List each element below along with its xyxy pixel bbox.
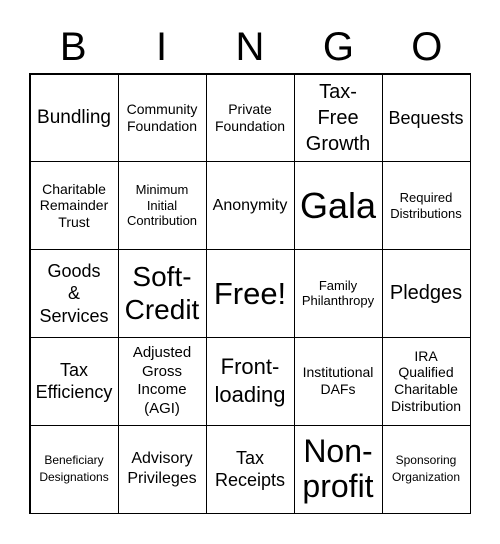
bingo-cell[interactable]: Bequests xyxy=(381,73,471,163)
bingo-grid: Bundling Community Foundation Private Fo… xyxy=(29,73,471,514)
bingo-cell[interactable]: Charitable Remainder Trust xyxy=(29,161,119,251)
bingo-cell[interactable]: Front- loading xyxy=(205,336,295,426)
bingo-cell[interactable]: Non- profit xyxy=(293,424,383,514)
bingo-cell[interactable]: Sponsoring Organization xyxy=(381,424,471,514)
free-space-cell[interactable]: Free! xyxy=(205,249,295,338)
bingo-header: B I N G O xyxy=(29,22,471,72)
bingo-cell[interactable]: Gala xyxy=(293,161,383,251)
bingo-cell[interactable]: Beneficiary Designations xyxy=(29,424,119,514)
bingo-cell[interactable]: Community Foundation xyxy=(117,73,207,163)
bingo-cell[interactable]: Institutional DAFs xyxy=(293,336,383,426)
bingo-cell[interactable]: Tax- Free Growth xyxy=(293,73,383,163)
header-letter-o: O xyxy=(411,24,443,69)
bingo-cell[interactable]: Pledges xyxy=(381,249,471,338)
bingo-cell[interactable]: IRA Qualified Charitable Distribution xyxy=(381,336,471,426)
header-letter-b: B xyxy=(59,24,87,69)
bingo-cell[interactable]: Bundling xyxy=(29,73,119,163)
bingo-cell[interactable]: Anonymity xyxy=(205,161,295,251)
bingo-cell[interactable]: Required Distributions xyxy=(381,161,471,251)
bingo-cell[interactable]: Minimum Initial Contribution xyxy=(117,161,207,251)
bingo-cell[interactable]: Tax Efficiency xyxy=(29,336,119,426)
bingo-cell[interactable]: Goods & Services xyxy=(29,249,119,338)
header-letter-n: N xyxy=(235,24,265,69)
header-letter-i: I xyxy=(156,24,168,69)
bingo-cell[interactable]: Advisory Privileges xyxy=(117,424,207,514)
bingo-cell[interactable]: Adjusted Gross Income (AGI) xyxy=(117,336,207,426)
bingo-cell[interactable]: Private Foundation xyxy=(205,73,295,163)
bingo-cell[interactable]: Family Philanthropy xyxy=(293,249,383,338)
bingo-cell[interactable]: Tax Receipts xyxy=(205,424,295,514)
bingo-cell[interactable]: Soft- Credit xyxy=(117,249,207,338)
header-letter-g: G xyxy=(322,24,354,69)
